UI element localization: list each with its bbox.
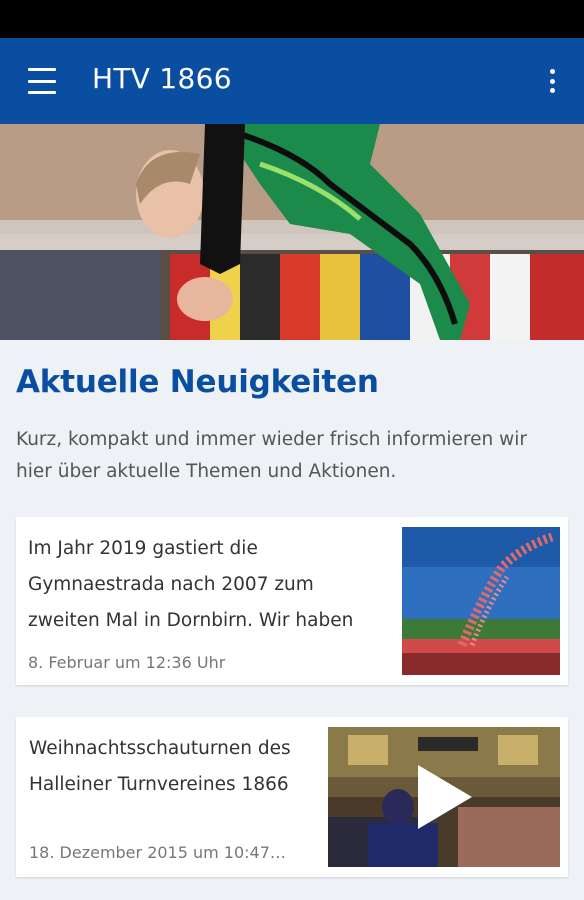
news-card-date: 18. Dezember 2015 um 10:47… [29,843,286,862]
more-vert-icon[interactable] [540,66,564,96]
news-card-date: 8. Februar um 12:36 Uhr [28,653,226,672]
news-section: Aktuelle Neuigkeiten Kurz, kompakt und i… [0,340,584,900]
news-card-text: Weihnachtsschauturnen des Halleiner Turn… [29,738,291,795]
section-description: Kurz, kompakt und immer wieder frisch in… [16,429,527,482]
hero-image [0,124,584,340]
news-card-text: Im Jahr 2019 gastiert die Gymnaestrada n… [28,538,354,631]
app-bar: HTV 1866 [0,38,584,124]
section-title: Aktuelle Neuigkeiten [16,364,379,400]
stadium-balloons-photo [402,527,560,675]
status-bar [0,0,584,38]
news-card[interactable]: Weihnachtsschauturnen des Halleiner Turn… [16,717,568,877]
news-card[interactable]: Im Jahr 2019 gastiert die Gymnaestrada n… [16,517,568,685]
gym-hall-video-thumbnail[interactable] [328,727,560,867]
app-title: HTV 1866 [92,62,232,95]
play-icon [418,765,472,829]
hamburger-menu-icon[interactable] [20,65,64,97]
